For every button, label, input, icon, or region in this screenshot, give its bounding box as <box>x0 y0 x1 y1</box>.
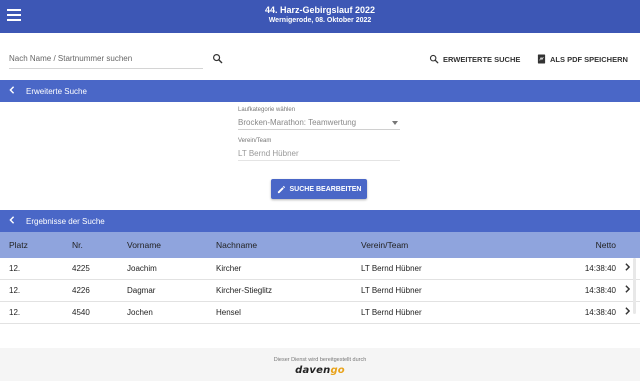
table-row[interactable]: 12. 4540 Jochen Hensel LT Bernd Hübner 1… <box>0 302 640 324</box>
search-toolbar: ERWEITERTE SUCHE ALS PDF SPEICHERN <box>0 48 640 70</box>
category-value: Brocken-Marathon: Teamwertung <box>238 118 357 127</box>
event-subtitle: Wernigerode, 08. Oktober 2022 <box>268 17 372 24</box>
column-header-platz[interactable]: Platz <box>9 232 28 258</box>
cell-verein: LT Bernd Hübner <box>361 286 422 295</box>
save-pdf-button[interactable]: ALS PDF SPEICHERN <box>537 54 628 64</box>
cell-nachname: Kircher-Stieglitz <box>216 286 273 295</box>
cell-nr: 4225 <box>72 264 90 273</box>
results-header: Ergebnisse der Suche <box>0 210 640 232</box>
cell-platz: 12. <box>9 308 21 317</box>
extended-search-button[interactable]: ERWEITERTE SUCHE <box>429 54 520 64</box>
cell-nachname: Kircher <box>216 264 242 273</box>
event-title: 44. Harz-Gebirgslauf 2022 <box>264 5 376 15</box>
cell-platz: 12. <box>9 264 21 273</box>
cell-vorname: Joachim <box>127 264 157 273</box>
table-row[interactable]: 12. 4226 Dagmar Kircher-Stieglitz LT Ber… <box>0 280 640 302</box>
chevron-left-icon[interactable] <box>0 216 26 226</box>
dropdown-caret-icon <box>392 120 398 125</box>
column-header-netto[interactable]: Netto <box>596 232 616 258</box>
magnify-icon <box>429 54 439 64</box>
search-input[interactable] <box>9 51 203 69</box>
app-header: 44. Harz-Gebirgslauf 2022 Wernigerode, 0… <box>0 0 640 33</box>
save-pdf-label: ALS PDF SPEICHERN <box>550 54 628 64</box>
cell-vorname: Dagmar <box>127 286 156 295</box>
edit-search-button[interactable]: SUCHE BEARBEITEN <box>271 179 367 199</box>
cell-netto: 14:38:40 <box>584 308 616 317</box>
cell-netto: 14:38:40 <box>584 286 616 295</box>
footer: Dieser Dienst wird bereitgestellt durch … <box>0 348 640 381</box>
edit-search-label: SUCHE BEARBEITEN <box>289 185 362 193</box>
column-header-nachname[interactable]: Nachname <box>216 232 257 258</box>
extended-search-label: ERWEITERTE SUCHE <box>443 54 521 64</box>
chevron-right-icon[interactable] <box>625 258 631 280</box>
davengo-logo[interactable]: davengo <box>0 365 640 376</box>
extended-search-form: Laufkategorie wählen Brocken-Marathon: T… <box>238 107 400 161</box>
pencil-icon <box>277 185 285 193</box>
header-title-block: 44. Harz-Gebirgslauf 2022 Wernigerode, 0… <box>0 4 640 26</box>
team-label: Verein/Team <box>238 138 272 144</box>
cell-nr: 4226 <box>72 286 90 295</box>
cell-nachname: Hensel <box>216 308 241 317</box>
cell-nr: 4540 <box>72 308 90 317</box>
extended-search-title: Erweiterte Suche <box>26 86 87 96</box>
column-header-nr[interactable]: Nr. <box>72 232 83 258</box>
pdf-file-icon <box>537 54 546 64</box>
column-header-vorname[interactable]: Vorname <box>127 232 161 258</box>
cell-platz: 12. <box>9 286 21 295</box>
results-table-header: Platz Nr. Vorname Nachname Verein/Team N… <box>0 232 640 258</box>
cell-vorname: Jochen <box>127 308 153 317</box>
team-field[interactable]: LT Bernd Hübner <box>238 147 400 161</box>
logo-accent-text: go <box>330 365 345 376</box>
search-icon[interactable] <box>212 53 223 64</box>
logo-main-text: daven <box>295 365 331 376</box>
cell-verein: LT Bernd Hübner <box>361 308 422 317</box>
extended-search-header: Erweiterte Suche <box>0 80 640 102</box>
table-scrollbar[interactable] <box>633 258 636 314</box>
table-row[interactable]: 12. 4225 Joachim Kircher LT Bernd Hübner… <box>0 258 640 280</box>
column-header-verein[interactable]: Verein/Team <box>361 232 408 258</box>
cell-netto: 14:38:40 <box>584 264 616 273</box>
cell-verein: LT Bernd Hübner <box>361 264 422 273</box>
chevron-right-icon[interactable] <box>625 280 631 302</box>
category-label: Laufkategorie wählen <box>238 107 296 113</box>
chevron-right-icon[interactable] <box>625 302 631 324</box>
footer-text: Dieser Dienst wird bereitgestellt durch <box>273 357 367 363</box>
results-title: Ergebnisse der Suche <box>26 216 105 226</box>
category-select[interactable]: Brocken-Marathon: Teamwertung <box>238 116 400 130</box>
chevron-left-icon[interactable] <box>0 86 26 96</box>
